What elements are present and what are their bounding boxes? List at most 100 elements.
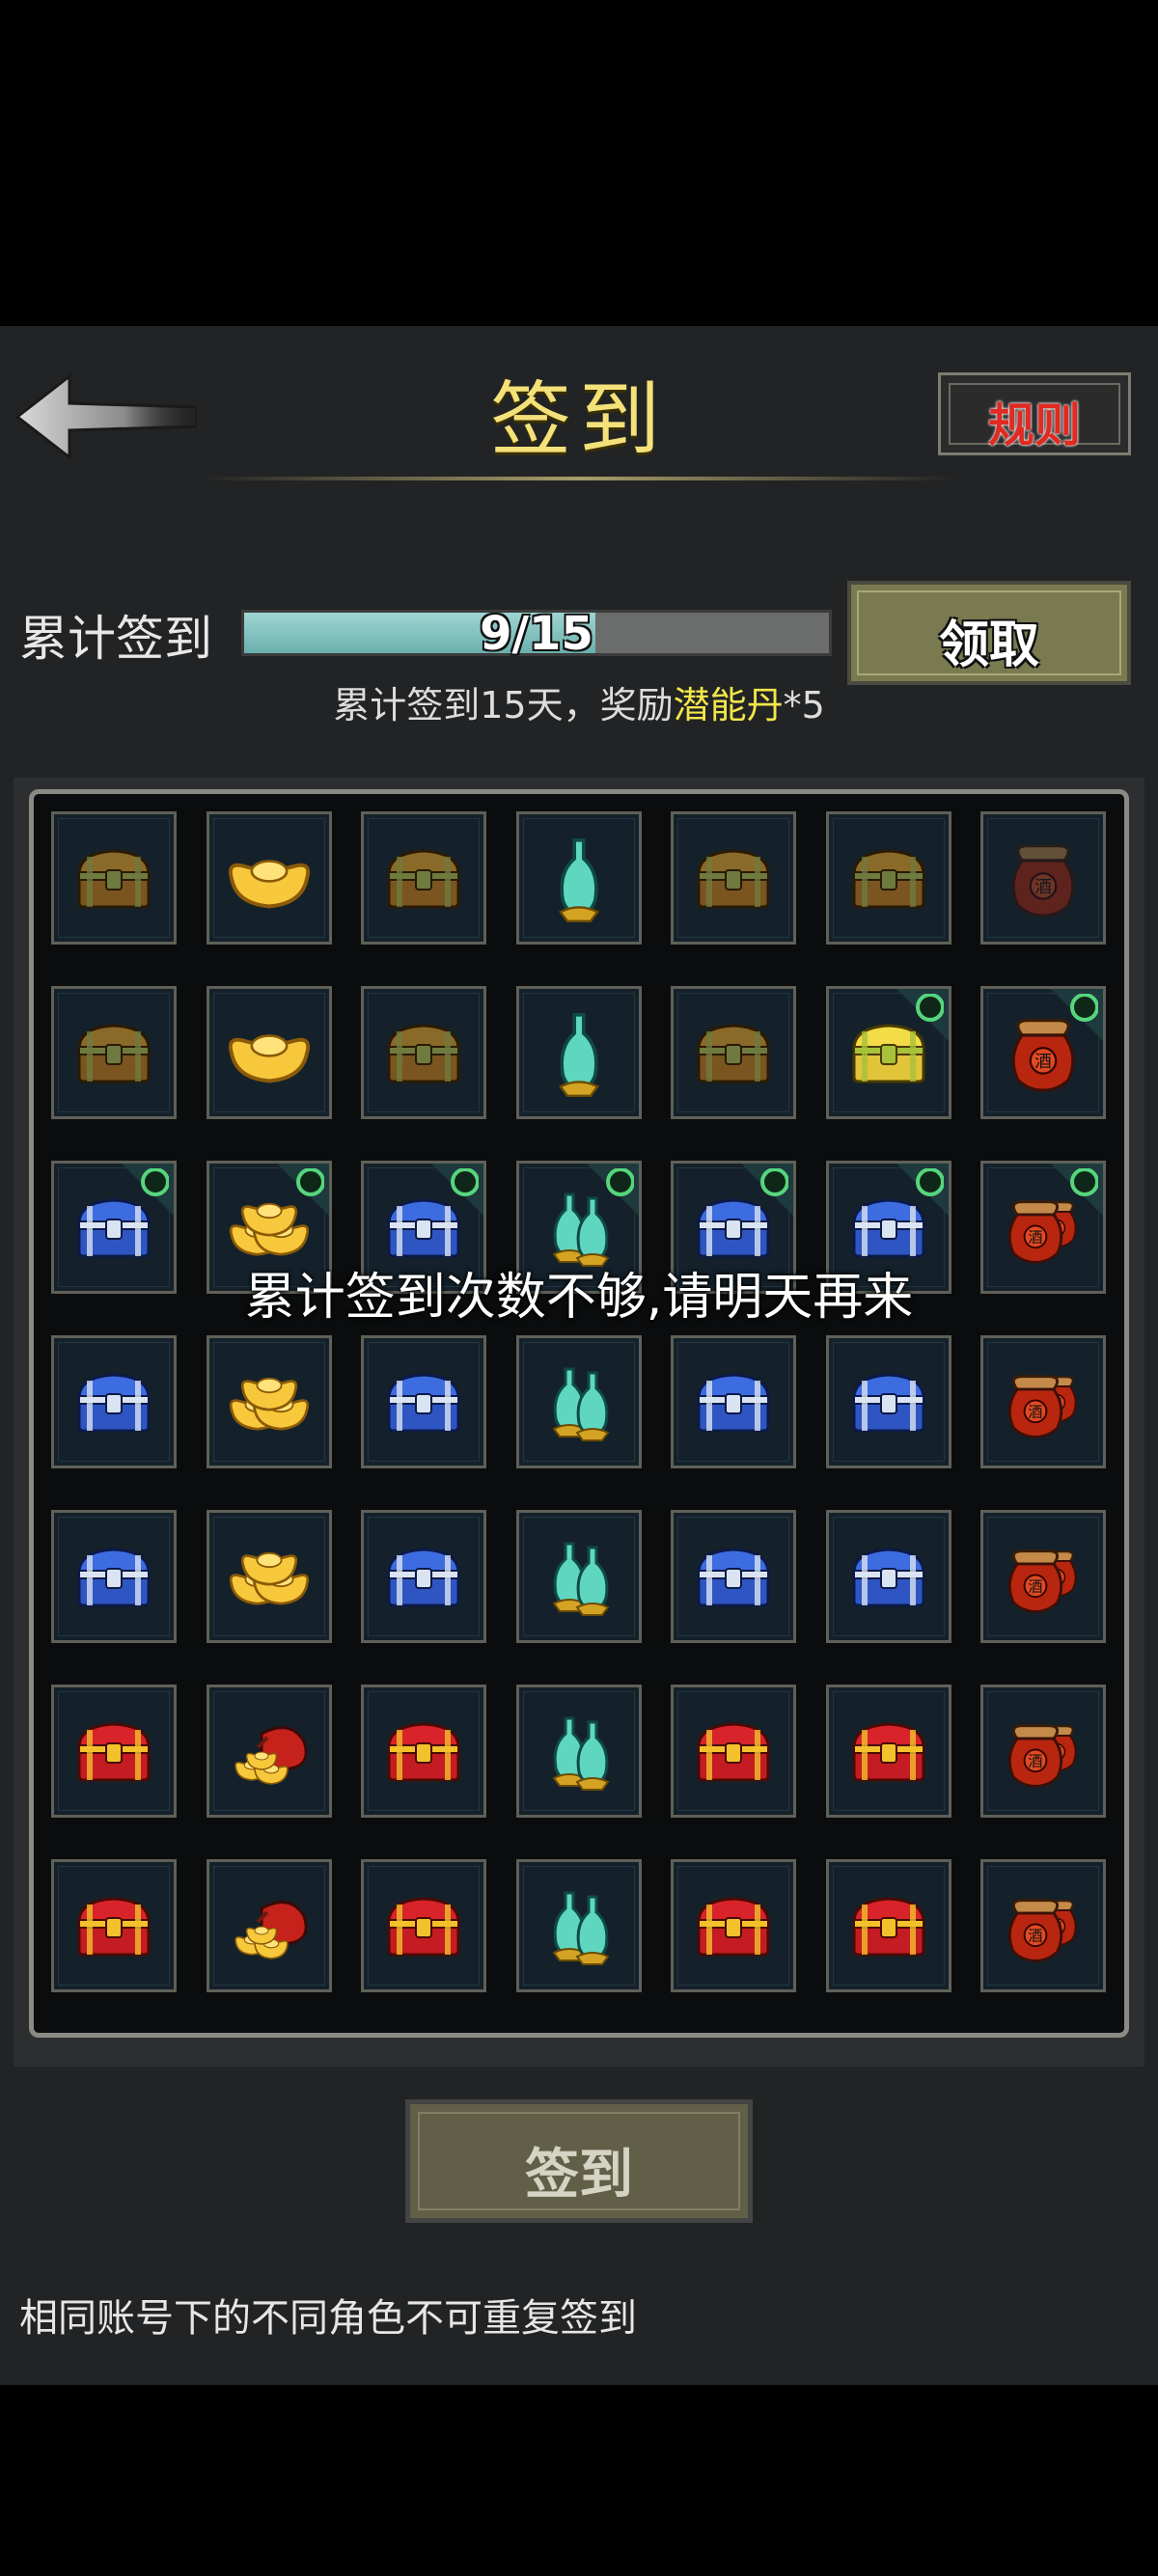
wood-chest-icon (697, 1024, 770, 1083)
svg-text:酒: 酒 (1028, 1578, 1042, 1596)
reward-cell[interactable] (361, 1685, 486, 1818)
reward-suffix: *5 (783, 684, 825, 726)
reward-cell[interactable] (361, 811, 486, 945)
bottom-area (0, 2385, 1158, 2576)
claimable-corner (741, 1164, 793, 1216)
claimable-corner (276, 1164, 329, 1216)
claimable-corner (1051, 989, 1103, 1041)
reward-cell[interactable] (825, 1335, 951, 1468)
reward-cell[interactable] (671, 1685, 796, 1818)
blue-chest-icon (387, 1548, 460, 1607)
green-bottles-icon (551, 1367, 610, 1441)
wood-chest-icon (387, 849, 460, 909)
reward-cell[interactable] (361, 1335, 486, 1468)
reward-cell[interactable] (825, 1510, 951, 1643)
reward-cell[interactable] (51, 1510, 177, 1643)
title-divider (203, 477, 955, 480)
reward-cell[interactable] (51, 1685, 177, 1818)
claimable-corner (896, 1164, 949, 1216)
svg-text:酒: 酒 (1051, 1397, 1062, 1410)
wine-jars-icon: 酒 酒 (1007, 1899, 1077, 1962)
blue-chest-icon (77, 1373, 151, 1433)
reward-prefix: 累计签到15天，奖励 (333, 684, 674, 726)
reward-cell[interactable] (671, 811, 796, 945)
reward-cell[interactable]: 酒 酒 (980, 1335, 1106, 1468)
claimable-corner (431, 1164, 483, 1216)
reward-cell[interactable] (206, 811, 332, 945)
red-chest-icon (697, 1897, 770, 1957)
toast-message: 累计签到次数不够,请明天再来 (244, 1269, 914, 1327)
reward-cell[interactable] (515, 1335, 642, 1468)
reward-cell[interactable] (515, 1685, 642, 1818)
blue-chest-icon (851, 1373, 925, 1433)
red-chest-icon (387, 1897, 460, 1957)
reward-cell[interactable] (51, 1335, 177, 1468)
red-chest-icon (851, 1722, 925, 1782)
svg-text:酒: 酒 (1028, 1753, 1042, 1770)
reward-cell[interactable] (671, 1859, 796, 1992)
reward-cell[interactable] (671, 986, 796, 1119)
sign-in-button-label: 签到 (525, 2144, 633, 2206)
wood-chest-icon (697, 849, 770, 909)
check-circle-icon (915, 1167, 945, 1196)
reward-cell[interactable] (51, 986, 177, 1119)
claimable-corner (586, 1164, 639, 1216)
claim-button[interactable]: 领取 (847, 581, 1131, 685)
reward-cell[interactable] (671, 1335, 796, 1468)
red-chest-icon (77, 1722, 151, 1782)
reward-cell[interactable]: 酒 酒 (980, 1685, 1106, 1818)
reward-cell[interactable] (671, 1510, 796, 1643)
reward-cell[interactable] (825, 1859, 951, 1992)
claimable-corner (122, 1164, 174, 1216)
reward-description: 累计签到15天，奖励潜能丹*5 (0, 675, 1158, 728)
reward-cell[interactable] (206, 986, 332, 1119)
wood-chest-icon (387, 1024, 460, 1083)
reward-cell[interactable] (206, 1685, 332, 1818)
check-circle-icon (605, 1167, 635, 1196)
green-bottles-icon (551, 1542, 610, 1616)
red-chest-icon (697, 1722, 770, 1782)
reward-cell[interactable] (206, 1510, 332, 1643)
reward-cell[interactable] (825, 811, 951, 945)
reward-cell[interactable] (515, 1859, 642, 1992)
reward-cell[interactable] (361, 1510, 486, 1643)
gold-ingot-icon (228, 860, 310, 909)
reward-cell[interactable] (51, 1859, 177, 1992)
green-bottles-icon (551, 1891, 610, 1965)
reward-cell[interactable] (361, 986, 486, 1119)
claimable-corner (896, 989, 949, 1041)
rules-button-label: 规则 (987, 398, 1081, 452)
red-chest-icon (387, 1722, 460, 1782)
green-bottle-icon (558, 1012, 599, 1098)
notice-text: 相同账号下的不同角色不可重复签到 (19, 2296, 637, 2341)
reward-cell[interactable] (206, 1335, 332, 1468)
svg-text:酒: 酒 (1028, 1404, 1042, 1421)
reward-cell[interactable] (825, 1685, 951, 1818)
svg-text:酒: 酒 (1034, 878, 1052, 897)
sign-in-button[interactable]: 签到 (405, 2099, 753, 2223)
reward-cell[interactable] (206, 1859, 332, 1992)
reward-cell[interactable]: 酒 (980, 811, 1106, 945)
reward-cell[interactable] (515, 1510, 642, 1643)
check-circle-icon (1070, 993, 1099, 1022)
reward-cell[interactable] (51, 811, 177, 945)
reward-cell[interactable] (825, 986, 951, 1119)
reward-item: 潜能丹 (673, 684, 784, 726)
rules-button[interactable]: 规则 (938, 372, 1131, 455)
reward-cell[interactable] (515, 986, 642, 1119)
check-circle-icon (1070, 1167, 1099, 1196)
blue-chest-icon (77, 1548, 151, 1607)
reward-cell[interactable]: 酒 酒 (980, 1510, 1106, 1643)
wine-jar-icon: 酒 (1011, 843, 1075, 918)
reward-cell[interactable] (515, 811, 642, 945)
gold-chest-icon (851, 1024, 925, 1083)
wood-chest-icon (851, 849, 925, 909)
reward-cell[interactable]: 酒 酒 (980, 1859, 1106, 1992)
progress-label: 累计签到 (19, 611, 212, 667)
reward-cell[interactable]: 酒 (980, 986, 1106, 1119)
money-bag-icon (234, 1901, 308, 1959)
reward-cell[interactable] (361, 1859, 486, 1992)
check-circle-icon (451, 1167, 480, 1196)
svg-text:酒: 酒 (1051, 1222, 1062, 1235)
status-bar-area (0, 0, 1158, 326)
